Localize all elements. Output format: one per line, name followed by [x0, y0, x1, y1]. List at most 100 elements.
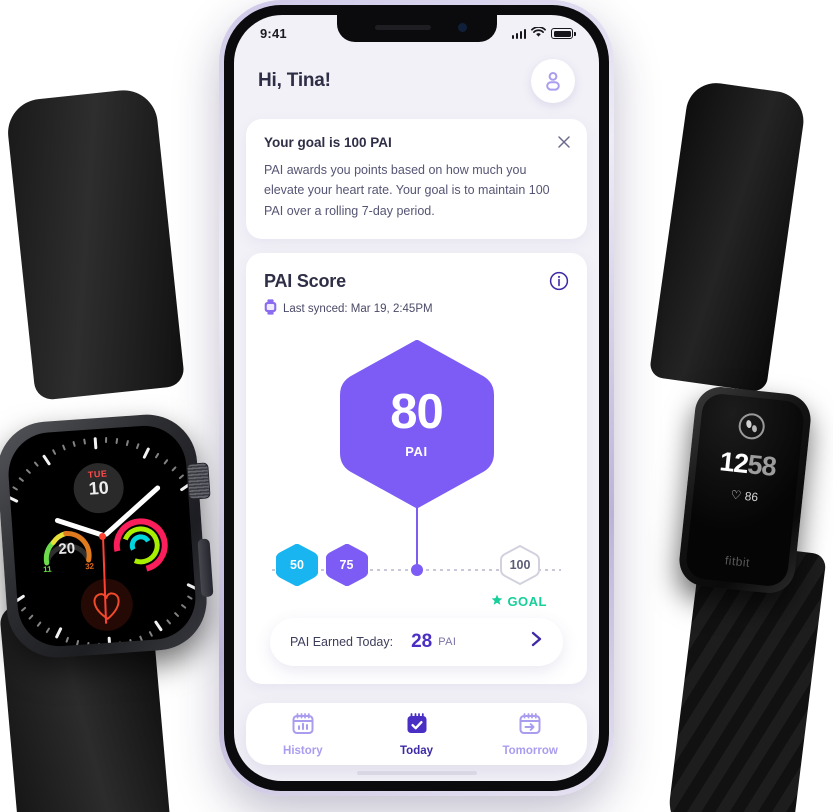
iphone-device: 9:41 Hi, Tina! Your goal is 100 PAI PAI … — [219, 0, 614, 796]
app-content: Hi, Tina! Your goal is 100 PAI PAI award… — [234, 45, 599, 684]
status-bar-time: 9:41 — [260, 26, 287, 41]
watch-crown[interactable] — [186, 462, 211, 500]
pai-gauge: 80 PAI 50 75 100 GOAL — [264, 322, 569, 622]
watch-dial-tick — [178, 474, 185, 480]
watch-dial-tick — [28, 614, 34, 620]
wifi-icon — [531, 25, 546, 43]
watch-dial-tick — [139, 635, 144, 642]
watch-temperature-high: 32 — [84, 561, 95, 572]
watch-dial-tick — [65, 636, 70, 643]
pai-score-hexagon: 80 PAI — [333, 339, 501, 508]
watch-hand-pivot — [98, 532, 106, 540]
phone-screen: 9:41 Hi, Tina! Your goal is 100 PAI PAI … — [234, 15, 599, 781]
heart-icon — [79, 577, 135, 633]
watch-dial-tick — [97, 642, 100, 649]
watch-dial-tick — [93, 437, 98, 450]
tab-today[interactable]: Today — [360, 712, 474, 757]
tracker-body: 1258 ♡ 86 fitbit — [676, 384, 814, 596]
tab-today-label: Today — [400, 744, 434, 757]
star-icon — [491, 594, 503, 609]
pai-scale-marker-50: 50 — [276, 543, 318, 586]
watch-dial-tick — [13, 594, 26, 604]
pai-goal-label: GOAL — [507, 593, 547, 609]
product-scene: TUE 10 20 11 32 1258 ♡ 86 fitbit 9:41 Hi… — [0, 0, 833, 812]
bottom-tab-bar: History Today Tomorrow — [246, 703, 587, 765]
watch-dial-tick — [118, 641, 122, 648]
watch-dial-tick — [25, 468, 32, 475]
watch-dial-tick — [6, 495, 19, 504]
watch-dial-tick — [196, 534, 199, 538]
footsteps-icon — [737, 412, 766, 441]
watch-dial-tick — [86, 641, 90, 649]
pai-earned-today-row[interactable]: PAI Earned Today: 28 PAI — [270, 617, 563, 666]
watch-dial-tick — [135, 443, 140, 450]
watch-dial-tick — [18, 476, 25, 483]
tracker-time-hours: 12 — [718, 446, 750, 480]
watch-dial-tick — [196, 576, 199, 581]
tracker-screen: 1258 ♡ 86 fitbit — [684, 392, 806, 588]
signal-bars-icon — [511, 29, 526, 39]
tracker-heart-rate: ♡ 86 — [693, 484, 796, 509]
watch-dial-tick — [173, 611, 180, 618]
watch-dial-tick — [129, 638, 133, 646]
watch-dial-tick — [5, 548, 9, 552]
watch-dial-tick — [51, 448, 57, 456]
tab-history[interactable]: History — [246, 712, 360, 757]
tab-tomorrow[interactable]: Tomorrow — [473, 712, 587, 757]
watch-dial-tick — [45, 627, 51, 634]
watch-dial-tick — [148, 630, 154, 638]
pai-goal-badge: GOAL — [491, 594, 547, 609]
watch-dial-tick — [180, 603, 187, 610]
watch-day-number: 10 — [87, 477, 110, 499]
watch-dial-tick — [5, 505, 9, 510]
watch-dial-tick — [163, 458, 169, 465]
tracker-time: 1258 — [695, 444, 800, 485]
watch-dial-tick — [54, 626, 63, 639]
pai-scale-label-75: 75 — [339, 557, 354, 572]
front-camera — [457, 23, 467, 32]
watch-date-complication: TUE 10 — [71, 461, 126, 515]
last-synced-row: Last synced: Mar 19, 2:45PM — [264, 299, 569, 320]
watch-dial-tick — [83, 438, 87, 445]
calendar-chart-icon — [291, 712, 315, 741]
watch-dial-tick — [20, 606, 27, 612]
app-header: Hi, Tina! — [246, 45, 587, 119]
tracker-brand-logo: fitbit — [724, 553, 751, 570]
apple-watch: TUE 10 20 11 32 — [0, 86, 226, 812]
phone-bezel: 9:41 Hi, Tina! Your goal is 100 PAI PAI … — [224, 5, 609, 791]
calendar-check-icon — [405, 712, 429, 741]
watch-temperature-low: 11 — [42, 564, 52, 575]
watch-dial-tick — [61, 444, 66, 451]
pai-card-title: PAI Score — [264, 270, 346, 291]
avatar[interactable] — [531, 59, 575, 103]
watch-dial-tick — [194, 502, 199, 507]
chevron-right-icon[interactable] — [527, 630, 545, 653]
watch-dial-tick — [166, 618, 172, 625]
info-icon[interactable] — [549, 271, 569, 291]
status-bar-icons — [511, 25, 576, 43]
watch-screen: TUE 10 20 11 32 — [5, 423, 199, 649]
pai-scale-label-50: 50 — [290, 557, 304, 572]
watch-dial-tick — [153, 620, 164, 632]
home-indicator[interactable] — [356, 771, 477, 775]
watch-dial-tick — [142, 447, 151, 460]
watch-side-button[interactable] — [197, 538, 214, 598]
pai-score-value: 80 — [390, 384, 444, 439]
tracker-time-minutes: 58 — [746, 449, 778, 482]
pai-earned-label: PAI Earned Today: — [290, 634, 394, 649]
watch-dial-tick — [75, 639, 80, 647]
battery-icon — [551, 28, 576, 39]
watch-body: TUE 10 20 11 32 — [0, 411, 214, 661]
pai-score-connector — [415, 503, 418, 572]
watch-dial-tick — [104, 437, 108, 444]
tracker-band-top — [648, 79, 808, 393]
goal-info-card: Your goal is 100 PAI PAI awards you poin… — [246, 119, 587, 239]
fitness-tracker: 1258 ♡ 86 fitbit — [639, 79, 833, 812]
tab-tomorrow-label: Tomorrow — [502, 744, 558, 757]
activity-rings-icon — [103, 508, 178, 583]
last-synced-text: Last synced: Mar 19, 2:45PM — [283, 303, 433, 316]
watch-band-top — [4, 86, 186, 402]
close-icon[interactable] — [555, 133, 573, 151]
pai-scale-marker-100: 100 — [499, 544, 541, 586]
watch-dial-tick — [36, 621, 42, 628]
